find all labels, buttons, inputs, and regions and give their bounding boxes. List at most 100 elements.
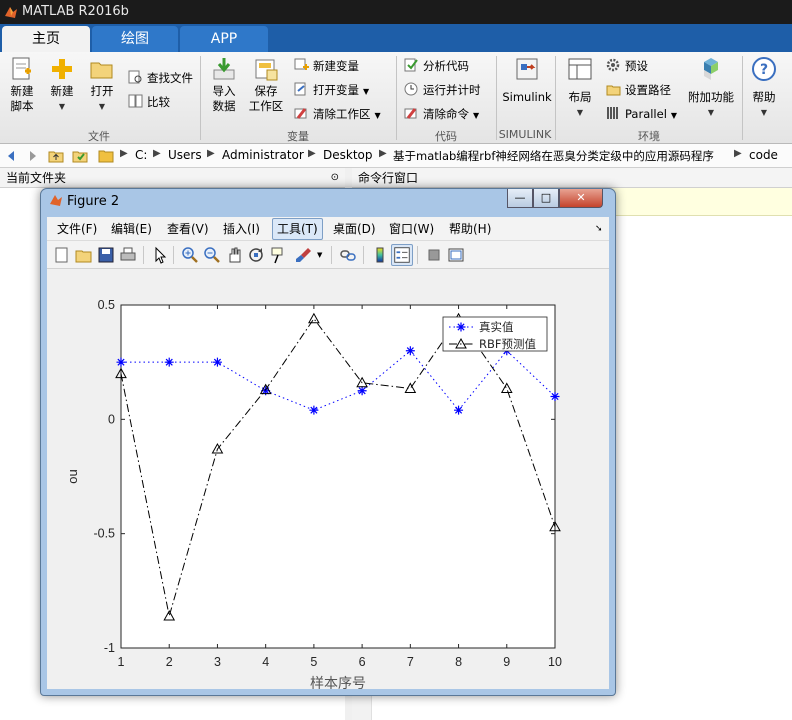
figure-titlebar: Figure 2 [49, 193, 119, 209]
forward-arrow-icon[interactable] [24, 148, 40, 164]
pan-hand-icon[interactable] [225, 246, 243, 264]
open-variable-label: 打开变量 [313, 83, 359, 97]
chevron-down-icon: ▼ [473, 111, 480, 120]
preferences-label: 预设 [625, 59, 648, 73]
breadcrumb-desktop[interactable]: Desktop [323, 148, 373, 162]
browse-folder-icon[interactable] [72, 148, 88, 164]
breadcrumb-users[interactable]: Users [168, 148, 202, 162]
link-plot-icon[interactable] [339, 246, 357, 264]
edit-plot-arrow-icon[interactable] [151, 246, 169, 264]
tab-apps[interactable]: APP [180, 26, 268, 52]
open-file-icon[interactable] [75, 246, 93, 264]
brush-icon[interactable] [295, 246, 313, 264]
code-group-label: 代码 [435, 130, 457, 143]
figure-canvas[interactable]: 1 2 3 4 5 6 7 8 9 10 -1 -0.5 0 0.5 样本序号 ou 真实值 RBF预测值 [47, 269, 609, 689]
open-variable-button[interactable]: 打开变量 ▼ [294, 80, 369, 100]
menu-tools[interactable]: 工具(T) [272, 218, 323, 240]
print-icon[interactable] [119, 246, 137, 264]
breadcrumb-c[interactable]: C: [135, 148, 147, 162]
layout-button[interactable]: 布局 ▼ [562, 56, 598, 120]
new-script-button[interactable]: 新建 脚本 [4, 56, 40, 114]
legend-label-0: 真实值 [479, 320, 514, 334]
x-tick-label: 10 [548, 655, 562, 669]
toolbar-separator [173, 246, 174, 264]
new-script-label-2: 脚本 [10, 99, 34, 113]
compare-button[interactable]: 比较 [128, 92, 170, 112]
new-label: 新建 [50, 84, 74, 98]
legend-icon[interactable] [391, 244, 413, 266]
parallel-button[interactable]: Parallel ▼ [606, 104, 677, 124]
close-button[interactable]: ✕ [559, 189, 603, 208]
menu-view[interactable]: 查看(V) [167, 221, 209, 237]
minimize-button[interactable]: — [507, 189, 533, 208]
new-button[interactable]: 新建 ▼ [44, 56, 80, 114]
x-tick-label: 5 [310, 655, 317, 669]
open-button[interactable]: 打开 ▼ [84, 56, 120, 114]
chevron-down-icon: ▼ [374, 111, 381, 120]
colorbar-icon[interactable] [371, 246, 389, 264]
analyze-code-label: 分析代码 [423, 59, 469, 73]
import-data-button[interactable]: 导入 数据 [206, 56, 242, 114]
new-figure-icon[interactable] [53, 246, 71, 264]
chevron-down-icon[interactable]: ▼ [317, 246, 335, 264]
new-variable-button[interactable]: 新建变量 [294, 56, 359, 76]
save-workspace-icon [255, 59, 278, 81]
find-files-label: 查找文件 [147, 71, 193, 85]
data-cursor-icon[interactable] [269, 246, 287, 264]
clear-workspace-button[interactable]: 清除工作区 ▼ [294, 104, 381, 124]
save-ws-label-2: 工作区 [248, 99, 284, 113]
zoom-in-icon[interactable] [181, 246, 199, 264]
figure-window: Figure 2 — □ ✕ 文件(F) 编辑(E) 查看(V) 插入(I) 工… [40, 188, 616, 696]
new-script-icon [12, 57, 31, 80]
zoom-out-icon[interactable] [203, 246, 221, 264]
up-folder-icon[interactable] [48, 148, 64, 164]
maximize-button[interactable]: □ [533, 189, 559, 208]
ribbon-tabbar: 主页 绘图 APP [0, 24, 792, 52]
panel-actions-icon[interactable]: ⊙ [331, 168, 339, 188]
menu-help[interactable]: 帮助(H) [449, 221, 491, 237]
help-label: 帮助 [752, 90, 776, 104]
analyze-code-button[interactable]: 分析代码 [404, 56, 469, 76]
chevron-right-icon: ▶ [120, 148, 128, 159]
breadcrumb-code[interactable]: code [749, 148, 778, 162]
layout-icon [568, 58, 592, 80]
address-bar: ▶ C: ▶ Users ▶ Administrator ▶ Desktop ▶… [0, 144, 792, 168]
help-button[interactable]: ? 帮助 ▼ [746, 56, 782, 120]
menu-edit[interactable]: 编辑(E) [111, 221, 152, 237]
save-icon[interactable] [97, 246, 115, 264]
breadcrumb-project-folder[interactable]: 基于matlab编程rbf神经网络在恶臭分类定级中的应用源码程序 [393, 148, 714, 164]
tab-plots[interactable]: 绘图 [92, 26, 178, 52]
back-arrow-icon[interactable] [4, 148, 20, 164]
add-ons-button[interactable]: 附加功能 ▼ [686, 56, 736, 120]
menu-insert[interactable]: 插入(I) [223, 221, 260, 237]
find-files-button[interactable]: 查找文件 [128, 68, 193, 88]
preferences-button[interactable]: 预设 [606, 56, 648, 76]
save-workspace-button[interactable]: 保存 工作区 [246, 56, 286, 114]
folder-icon [98, 150, 114, 163]
import-data-icon [213, 58, 235, 80]
figure-toolbar: ▼ [47, 241, 609, 269]
menu-file[interactable]: 文件(F) [57, 221, 97, 237]
undock-arrow-icon[interactable]: ➘ [595, 221, 603, 237]
clear-commands-button[interactable]: 清除命令 ▼ [404, 104, 479, 124]
layout-label: 布局 [568, 90, 592, 104]
breadcrumb-administrator[interactable]: Administrator [222, 148, 304, 162]
tab-home[interactable]: 主页 [2, 26, 90, 52]
chevron-down-icon: ▼ [58, 102, 66, 111]
parallel-icon [607, 107, 618, 119]
chevron-right-icon: ▶ [379, 148, 387, 159]
line-chart: 1 2 3 4 5 6 7 8 9 10 -1 -0.5 0 0.5 样本序号 ou 真实值 RBF预测值 [65, 298, 562, 689]
rotate-3d-icon[interactable] [247, 246, 265, 264]
menu-desktop[interactable]: 桌面(D) [333, 221, 376, 237]
simulink-icon [516, 58, 538, 80]
x-axis-label: 样本序号 [310, 676, 366, 689]
hide-plot-tools-icon[interactable] [425, 246, 443, 264]
menu-window[interactable]: 窗口(W) [389, 221, 434, 237]
run-and-time-button[interactable]: 运行并计时 [404, 80, 481, 100]
run-and-time-label: 运行并计时 [423, 83, 481, 97]
add-ons-label: 附加功能 [688, 90, 734, 104]
simulink-button[interactable]: Simulink [502, 56, 552, 105]
set-path-button[interactable]: 设置路径 [606, 80, 671, 100]
show-plot-tools-icon[interactable] [447, 246, 465, 264]
chevron-down-icon: ▼ [98, 102, 106, 111]
